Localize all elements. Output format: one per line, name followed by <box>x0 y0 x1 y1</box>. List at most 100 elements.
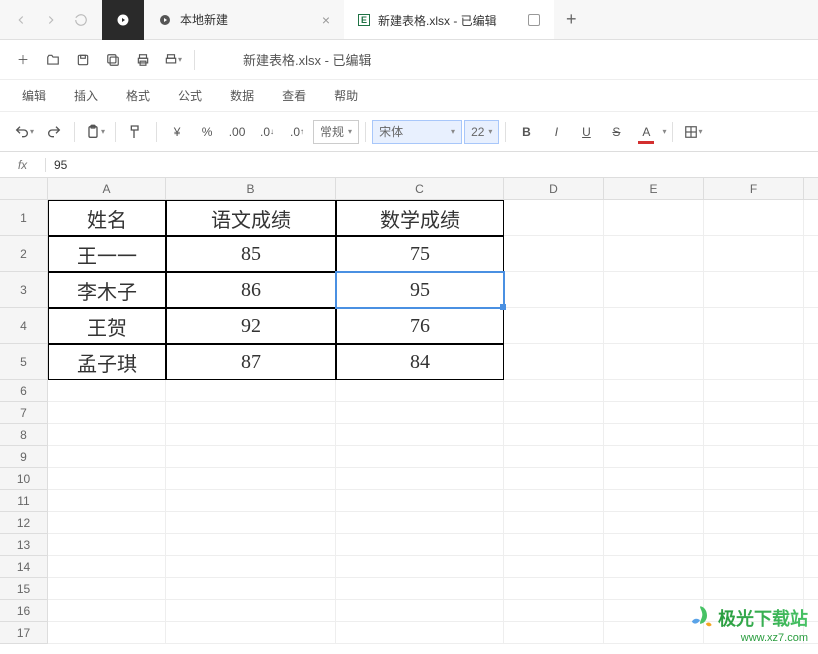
menu-formula[interactable]: 公式 <box>166 83 214 108</box>
col-head-E[interactable]: E <box>604 178 704 200</box>
cell-E3[interactable] <box>604 272 704 308</box>
cell-G16[interactable] <box>804 600 818 622</box>
cell-E14[interactable] <box>604 556 704 578</box>
cell-D7[interactable] <box>504 402 604 424</box>
cell-E5[interactable] <box>604 344 704 380</box>
cell-B4[interactable]: 92 <box>166 308 336 344</box>
cell-F6[interactable] <box>704 380 804 402</box>
row-head-15[interactable]: 15 <box>0 578 48 600</box>
tab-home[interactable] <box>102 0 144 40</box>
row-head-5[interactable]: 5 <box>0 344 48 380</box>
cell-A7[interactable] <box>48 402 166 424</box>
open-button[interactable] <box>40 47 66 73</box>
row-head-10[interactable]: 10 <box>0 468 48 490</box>
cell-D2[interactable] <box>504 236 604 272</box>
cell-E4[interactable] <box>604 308 704 344</box>
bold-button[interactable]: B <box>512 118 540 146</box>
cell-C5[interactable]: 84 <box>336 344 504 380</box>
print-button[interactable] <box>130 47 156 73</box>
cell-F5[interactable] <box>704 344 804 380</box>
cell-D16[interactable] <box>504 600 604 622</box>
saveas-button[interactable] <box>100 47 126 73</box>
cell-D6[interactable] <box>504 380 604 402</box>
menu-format[interactable]: 格式 <box>114 83 162 108</box>
menu-insert[interactable]: 插入 <box>62 83 110 108</box>
cell-E7[interactable] <box>604 402 704 424</box>
cell-E10[interactable] <box>604 468 704 490</box>
cell-G3[interactable] <box>804 272 818 308</box>
cell-B1[interactable]: 语文成绩 <box>166 200 336 236</box>
formula-input[interactable]: 95 <box>46 158 818 172</box>
font-color-button[interactable]: A <box>632 118 660 146</box>
underline-button[interactable]: U <box>572 118 600 146</box>
col-head-B[interactable]: B <box>166 178 336 200</box>
cell-C2[interactable]: 75 <box>336 236 504 272</box>
cell-E8[interactable] <box>604 424 704 446</box>
row-head-1[interactable]: 1 <box>0 200 48 236</box>
cell-A16[interactable] <box>48 600 166 622</box>
cell-E11[interactable] <box>604 490 704 512</box>
cell-C8[interactable] <box>336 424 504 446</box>
cell-B10[interactable] <box>166 468 336 490</box>
cell-D13[interactable] <box>504 534 604 556</box>
cell-F8[interactable] <box>704 424 804 446</box>
cell-A2[interactable]: 王一一 <box>48 236 166 272</box>
decimal-decrease-button[interactable]: .0↓ <box>253 118 281 146</box>
cell-C7[interactable] <box>336 402 504 424</box>
cell-D11[interactable] <box>504 490 604 512</box>
select-all-corner[interactable] <box>0 178 48 200</box>
cell-C6[interactable] <box>336 380 504 402</box>
cell-E1[interactable] <box>604 200 704 236</box>
cell-B2[interactable]: 85 <box>166 236 336 272</box>
cell-G8[interactable] <box>804 424 818 446</box>
col-head-blank[interactable] <box>804 178 818 200</box>
strike-button[interactable]: S <box>602 118 630 146</box>
cell-D12[interactable] <box>504 512 604 534</box>
cell-F11[interactable] <box>704 490 804 512</box>
cell-C16[interactable] <box>336 600 504 622</box>
cell-B12[interactable] <box>166 512 336 534</box>
cell-D8[interactable] <box>504 424 604 446</box>
row-head-9[interactable]: 9 <box>0 446 48 468</box>
cell-F13[interactable] <box>704 534 804 556</box>
row-head-11[interactable]: 11 <box>0 490 48 512</box>
cell-E17[interactable] <box>604 622 704 644</box>
cell-G4[interactable] <box>804 308 818 344</box>
col-head-C[interactable]: C <box>336 178 504 200</box>
tab-local[interactable]: 本地新建 × <box>144 0 344 40</box>
cell-C17[interactable] <box>336 622 504 644</box>
cell-F16[interactable] <box>704 600 804 622</box>
cell-A10[interactable] <box>48 468 166 490</box>
row-head-7[interactable]: 7 <box>0 402 48 424</box>
cell-A15[interactable] <box>48 578 166 600</box>
currency-button[interactable]: ¥ <box>163 118 191 146</box>
cell-B15[interactable] <box>166 578 336 600</box>
cell-F15[interactable] <box>704 578 804 600</box>
cell-C13[interactable] <box>336 534 504 556</box>
cell-F2[interactable] <box>704 236 804 272</box>
cell-C4[interactable]: 76 <box>336 308 504 344</box>
cell-F12[interactable] <box>704 512 804 534</box>
cell-G7[interactable] <box>804 402 818 424</box>
cell-C10[interactable] <box>336 468 504 490</box>
cell-A8[interactable] <box>48 424 166 446</box>
row-head-6[interactable]: 6 <box>0 380 48 402</box>
row-head-12[interactable]: 12 <box>0 512 48 534</box>
cell-A9[interactable] <box>48 446 166 468</box>
paste-button[interactable]: ▾ <box>81 118 109 146</box>
cell-G6[interactable] <box>804 380 818 402</box>
cell-A17[interactable] <box>48 622 166 644</box>
cell-G12[interactable] <box>804 512 818 534</box>
cell-A1[interactable]: 姓名 <box>48 200 166 236</box>
new-button[interactable]: ＋ <box>10 47 36 73</box>
forward-button[interactable] <box>40 9 62 31</box>
cell-E12[interactable] <box>604 512 704 534</box>
cell-D10[interactable] <box>504 468 604 490</box>
save-icon[interactable] <box>528 14 540 26</box>
cell-B3[interactable]: 86 <box>166 272 336 308</box>
cell-D9[interactable] <box>504 446 604 468</box>
cell-G10[interactable] <box>804 468 818 490</box>
cell-G5[interactable] <box>804 344 818 380</box>
cell-G15[interactable] <box>804 578 818 600</box>
cell-F1[interactable] <box>704 200 804 236</box>
